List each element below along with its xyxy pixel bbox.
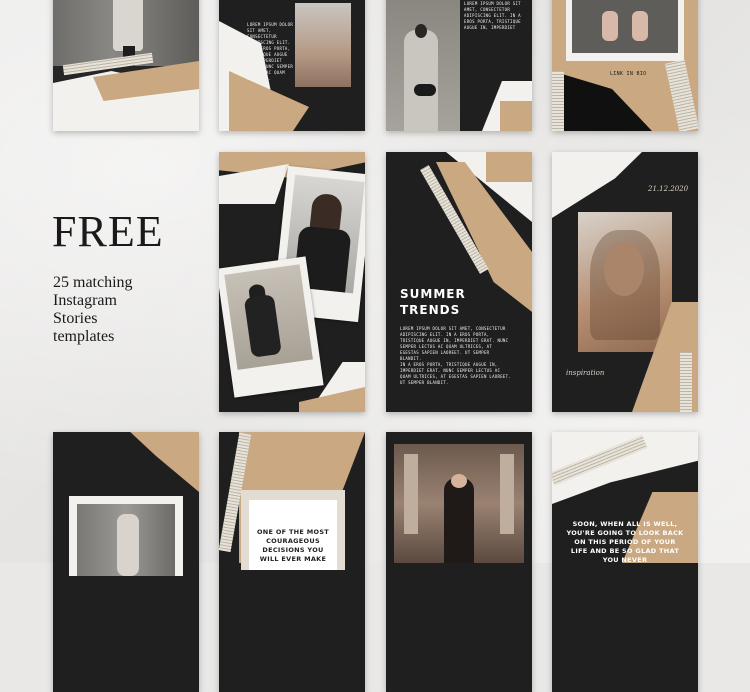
story-card-quote-1[interactable]: ONE OF THE MOST COURAGEOUS DECISIONS YOU…	[219, 432, 365, 692]
photo-woman-coat	[386, 0, 460, 131]
subtitle-line: Instagram	[53, 292, 117, 309]
headline-line-2: TRENDS	[400, 303, 461, 317]
photo-woman-sunlight	[578, 212, 672, 352]
story-card-city[interactable]	[386, 432, 532, 692]
photo-street	[295, 3, 351, 87]
newspaper-strip	[664, 59, 698, 131]
torn-tan-paper	[500, 101, 532, 131]
photo-shoes	[572, 0, 678, 53]
body-text: IN A EROS PORTA, TRISTIQUE AUGUE IN, IMP…	[400, 362, 512, 385]
photo-woman-wall	[77, 504, 175, 576]
body-text: LOREM IPSUM DOLOR SIT AMET, CONSECTETUR …	[464, 1, 521, 30]
subtitle-line: templates	[53, 328, 115, 345]
photo-woman-steps	[224, 264, 313, 370]
story-card-summer[interactable]: SUMMER TRENDS LOREM IPSUM DOLOR SIT AMET…	[386, 152, 532, 412]
subtitle: 25 matching Instagram Stories templates	[53, 274, 173, 346]
date-label: 21.12.2020	[648, 185, 689, 193]
page-title: FREE	[52, 207, 164, 256]
subtitle-line: 25 matching	[53, 274, 133, 291]
torn-dark-paper	[552, 71, 652, 131]
story-card-bottom-1[interactable]	[53, 432, 199, 692]
story-card-quote-2[interactable]: SOON, WHEN ALL IS WELL, YOU'RE GOING TO …	[552, 432, 698, 692]
torn-white-paper	[552, 152, 642, 218]
headline-line-1: SUMMER	[400, 287, 466, 301]
torn-tan-paper	[130, 432, 199, 492]
story-card-polaroids[interactable]	[219, 152, 365, 412]
inspiration-label: inspiration	[566, 369, 605, 377]
polaroid-frame	[219, 256, 324, 398]
quote-text: SOON, WHEN ALL IS WELL, YOU'RE GOING TO …	[566, 520, 684, 564]
photo-woman-building	[394, 444, 524, 563]
story-card-2[interactable]: LOREM IPSUM DOLOR SIT AMET, CONSECTETUR …	[219, 0, 365, 131]
story-card-1[interactable]	[53, 0, 199, 131]
torn-tan-paper	[486, 152, 532, 182]
caption: LINK IN BIO	[610, 71, 647, 77]
quote-text: ONE OF THE MOST COURAGEOUS DECISIONS YOU…	[256, 528, 330, 563]
body-text: LOREM IPSUM DOLOR SIT AMET, CONSECTETUR …	[400, 326, 509, 361]
newspaper-strip	[552, 71, 564, 131]
newspaper-strip	[680, 352, 692, 412]
subtitle-line: Stories	[53, 310, 98, 327]
body-text: LOREM IPSUM DOLOR SIT AMET, CONSECTETUR …	[247, 22, 294, 81]
story-card-3[interactable]: LOREM IPSUM DOLOR SIT AMET, CONSECTETUR …	[386, 0, 532, 131]
story-card-inspiration[interactable]: 21.12.2020 inspiration	[552, 152, 698, 412]
story-card-4[interactable]: LINK IN BIO	[552, 0, 698, 131]
